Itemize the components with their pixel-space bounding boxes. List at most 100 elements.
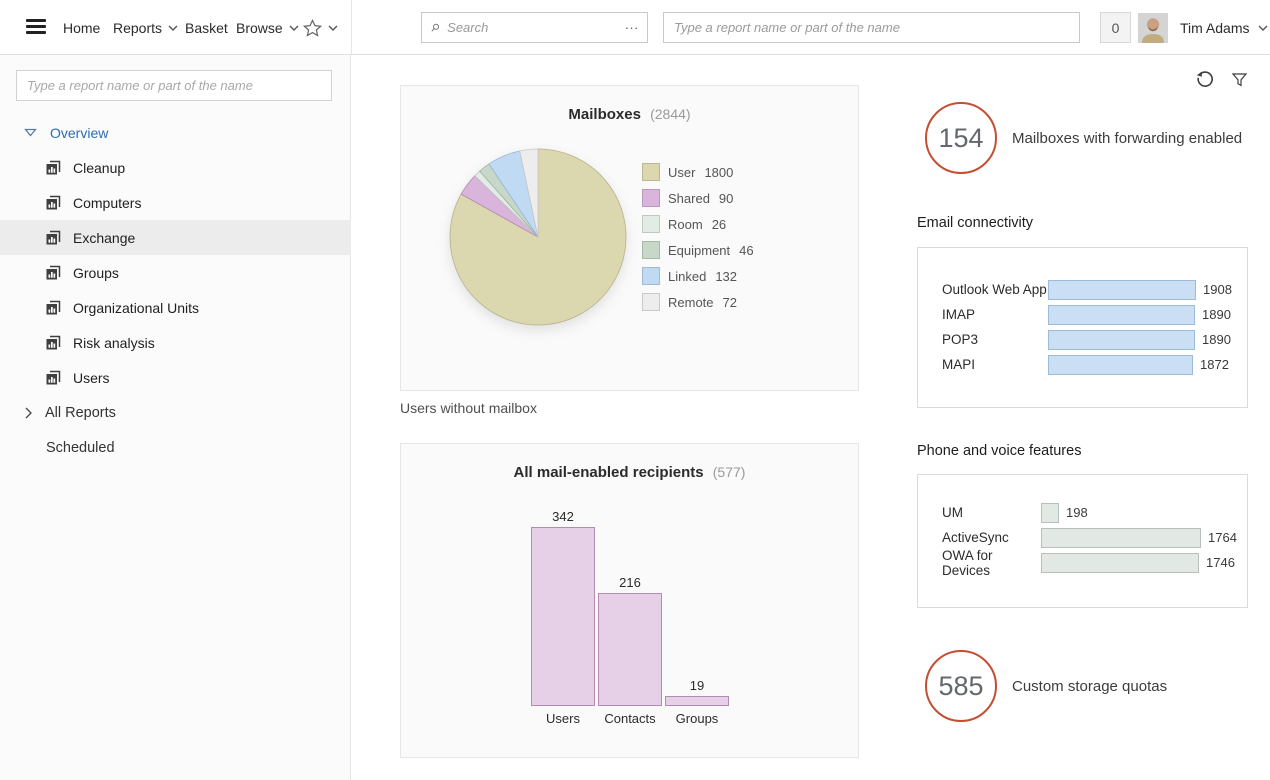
sidebar-item-label: Groups — [73, 265, 119, 281]
chevron-right-icon — [25, 407, 33, 419]
hbar-label: IMAP — [942, 307, 1048, 322]
bar — [531, 527, 595, 706]
chevron-expanded-icon — [24, 128, 37, 137]
hbar-bar — [1048, 330, 1195, 350]
sidebar-search-input[interactable] — [17, 71, 331, 100]
user-avatar[interactable] — [1138, 13, 1168, 43]
legend-item-equipment: Equipment46 — [642, 241, 754, 259]
recipients-bar-chart: 34221619 — [531, 509, 858, 706]
search-options-ellipsis[interactable]: ... — [625, 17, 639, 38]
report-icon — [46, 230, 61, 245]
sidebar-search — [16, 70, 332, 101]
chart-total: (2844) — [650, 106, 690, 122]
sidebar-group-all-reports[interactable]: All Reports — [0, 395, 351, 430]
sidebar-item-users[interactable]: Users — [0, 360, 351, 395]
nav-browse[interactable]: Browse — [236, 0, 299, 55]
legend-value: 46 — [739, 243, 753, 258]
sidebar-item-risk-analysis[interactable]: Risk analysis — [0, 325, 351, 360]
bar — [598, 593, 662, 706]
legend-swatch — [642, 189, 660, 207]
hbar-bar — [1041, 503, 1059, 523]
basket-count: 0 — [1112, 20, 1120, 36]
chart-title: All mail-enabled recipients — [514, 464, 704, 481]
chevron-down-icon — [168, 25, 178, 31]
sidebar: Overview Cleanup Computers Exchange Groups O… — [0, 55, 351, 780]
recipients-card: All mail-enabled recipients (577) 342216… — [400, 443, 859, 758]
sidebar-item-label: Computers — [73, 195, 141, 211]
nav-browse-label: Browse — [236, 20, 283, 36]
hamburger-menu-icon[interactable] — [26, 19, 46, 35]
legend-label: Remote — [668, 295, 714, 310]
sidebar-item-exchange[interactable]: Exchange — [0, 220, 351, 255]
legend-item-shared: Shared 90 — [642, 189, 754, 207]
email-connectivity-heading: Email connectivity — [917, 215, 1033, 231]
report-icon — [46, 370, 61, 385]
chart-total: (577) — [713, 464, 746, 480]
bar-contacts: 216 — [598, 575, 662, 706]
sidebar-item-label: Organizational Units — [73, 300, 199, 316]
user-menu[interactable]: Tim Adams — [1180, 0, 1268, 55]
bar-value: 19 — [690, 678, 704, 693]
top-bar: Home Reports Basket Browse ... 0 — [0, 0, 1270, 55]
favorites-menu[interactable] — [303, 0, 338, 55]
sidebar-item-label: Risk analysis — [73, 335, 155, 351]
sidebar-group-overview[interactable]: Overview — [0, 115, 351, 150]
legend-item-user: User1800 — [642, 163, 754, 181]
hbar-label: UM — [942, 505, 1041, 520]
legend-swatch — [642, 163, 660, 181]
legend-label: Shared — [668, 191, 710, 206]
hbar-value: 1872 — [1200, 357, 1229, 372]
bar — [665, 696, 729, 706]
hbar-value: 1890 — [1202, 332, 1231, 347]
hbar-value: 1890 — [1202, 307, 1231, 322]
hbar-row-mapi: MAPI1872 — [942, 352, 1223, 377]
basket-count-badge[interactable]: 0 — [1100, 12, 1131, 43]
sidebar-item-label: Scheduled — [46, 440, 115, 456]
report-icon — [46, 300, 61, 315]
sidebar-item-organizational-units[interactable]: Organizational Units — [0, 290, 351, 325]
sidebar-item-groups[interactable]: Groups — [0, 255, 351, 290]
legend-swatch — [642, 215, 660, 233]
hbar-label: Outlook Web App — [942, 282, 1048, 297]
bar-category-label: Groups — [665, 711, 729, 726]
nav-basket[interactable]: Basket — [185, 0, 228, 55]
nav-reports[interactable]: Reports — [113, 0, 178, 55]
report-name-input[interactable] — [664, 13, 1079, 42]
legend-value: 26 — [712, 217, 726, 232]
sidebar-item-scheduled[interactable]: Scheduled — [0, 430, 351, 465]
recipients-card-title: All mail-enabled recipients (577) — [401, 464, 858, 481]
legend-item-room: Room 26 — [642, 215, 754, 233]
bar-category-label: Users — [531, 711, 595, 726]
legend-item-linked: Linked132 — [642, 267, 754, 285]
mailboxes-card: Mailboxes (2844) User1800 Shared 90 Room 26 E… — [400, 85, 859, 391]
legend-label: Room — [668, 217, 703, 232]
mailboxes-card-title: Mailboxes (2844) — [401, 106, 858, 123]
nav-home[interactable]: Home — [63, 0, 100, 55]
legend-value: 90 — [719, 191, 733, 206]
sidebar-item-label: Users — [73, 370, 110, 386]
bar-category-label: Contacts — [598, 711, 662, 726]
hbar-value: 1746 — [1206, 555, 1235, 570]
users-without-mailbox-link[interactable]: Users without mailbox — [400, 400, 537, 416]
hbar-label: OWA for Devices — [942, 548, 1041, 578]
search-input[interactable] — [447, 20, 625, 35]
hbar-bar — [1048, 280, 1196, 300]
sidebar-item-computers[interactable]: Computers — [0, 185, 351, 220]
nav-reports-label: Reports — [113, 20, 162, 36]
stat-circle-forwarding: 154 — [925, 102, 997, 174]
hbar-label: ActiveSync — [942, 530, 1041, 545]
hbar-bar — [1041, 528, 1201, 548]
sidebar-item-cleanup[interactable]: Cleanup — [0, 150, 351, 185]
user-name: Tim Adams — [1180, 20, 1250, 36]
legend-swatch — [642, 267, 660, 285]
report-icon — [46, 265, 61, 280]
report-icon — [46, 335, 61, 350]
pie-legend: User1800 Shared 90 Room 26 Equipment46 Linked1… — [642, 147, 754, 327]
hbar-row-owa-for-devices: OWA for Devices1746 — [942, 550, 1223, 575]
sidebar-group-label: All Reports — [45, 405, 116, 421]
phone-voice-card: UM198ActiveSync1764OWA for Devices1746 — [917, 474, 1248, 608]
stat-label-quotas: Custom storage quotas — [1012, 650, 1167, 722]
filter-icon[interactable] — [1232, 73, 1247, 87]
chevron-down-icon — [1258, 25, 1268, 31]
refresh-icon[interactable] — [1195, 71, 1213, 89]
